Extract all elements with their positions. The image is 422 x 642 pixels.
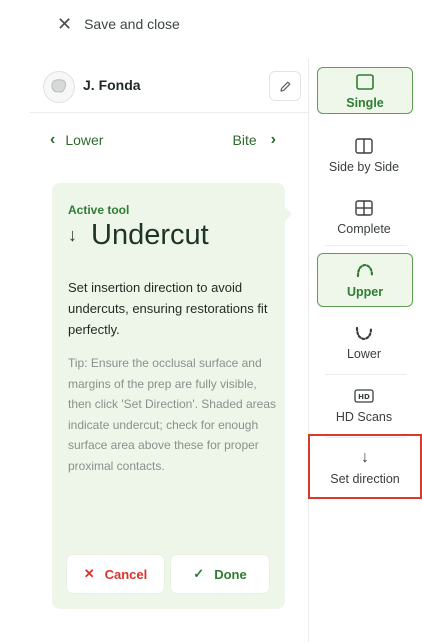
lower-jaw-icon <box>354 323 374 343</box>
cancel-label: Cancel <box>104 566 148 582</box>
tool-name: Undercut <box>91 219 209 251</box>
view-side-by-side-label: Side by Side <box>328 160 400 174</box>
prev-step-label: Lower <box>65 132 104 148</box>
active-tool-label: Active tool <box>68 203 130 217</box>
done-label: Done <box>214 566 247 582</box>
close-icon: ✕ <box>83 566 95 581</box>
hd-scans-button[interactable]: HD HD Scans <box>317 382 411 428</box>
chevron-left-icon: ‹ <box>50 131 56 148</box>
view-side-by-side-button[interactable]: Side by Side <box>317 132 411 178</box>
jaw-lower-label: Lower <box>346 347 382 361</box>
arrow-down-icon: ↓ <box>68 225 77 245</box>
save-and-close-label: Save and close <box>84 16 180 32</box>
arrow-down-icon: ↓ <box>361 448 369 466</box>
tool-description: Set insertion direction to avoid undercu… <box>68 280 268 337</box>
card-actions: ✕ Cancel ✓ Done <box>67 555 269 593</box>
upper-jaw-icon <box>355 261 375 281</box>
set-direction-button[interactable]: ↓ Set direction <box>308 434 422 499</box>
user-row: J. Fonda <box>30 58 308 113</box>
side-by-side-icon <box>354 136 374 156</box>
jaw-lower-button[interactable]: Lower <box>317 319 411 365</box>
view-single-button[interactable]: Single <box>317 67 413 114</box>
tooth-icon <box>51 79 66 93</box>
svg-text:HD: HD <box>358 393 370 401</box>
cancel-button[interactable]: ✕ Cancel <box>67 555 164 593</box>
hd-scans-label: HD Scans <box>335 410 393 424</box>
check-icon: ✓ <box>193 566 205 581</box>
top-bar: ✕ Save and close <box>0 0 422 50</box>
step-navigation: ‹ Lower Bite › <box>30 128 308 152</box>
view-complete-label: Complete <box>337 222 391 236</box>
done-button[interactable]: ✓ Done <box>171 555 269 593</box>
close-icon: ✕ <box>57 14 73 34</box>
jaw-upper-button[interactable]: Upper <box>317 253 413 307</box>
chevron-right-icon: › <box>270 131 276 148</box>
tool-title: ↓ Undercut <box>68 219 209 252</box>
divider <box>325 245 407 246</box>
next-step-label: Bite <box>232 132 257 148</box>
save-and-close-button[interactable]: ✕ Save and close <box>57 14 180 34</box>
hd-scans-icon: HD <box>353 386 375 406</box>
divider <box>325 374 407 375</box>
user-name: J. Fonda <box>83 77 141 93</box>
pencil-icon <box>279 81 290 92</box>
view-complete-button[interactable]: Complete <box>317 194 411 240</box>
set-direction-label: Set direction <box>330 471 400 486</box>
active-tool-card: Active tool ↓ Undercut Set insertion dir… <box>52 183 285 609</box>
avatar <box>43 71 75 103</box>
jaw-upper-label: Upper <box>346 285 384 299</box>
complete-view-icon <box>354 198 374 218</box>
edit-button[interactable] <box>269 71 301 101</box>
next-step-button[interactable]: Bite › <box>233 131 276 149</box>
main-panel: J. Fonda ‹ Lower Bite › Active tool ↓ Un… <box>30 58 308 642</box>
right-toolbar: Single Side by Side Complete Upper Lower… <box>308 58 422 642</box>
prev-step-button[interactable]: ‹ Lower <box>50 131 103 149</box>
tool-tip: Tip: Ensure the occlusal surface and mar… <box>68 356 277 473</box>
single-view-icon <box>355 72 375 92</box>
card-pointer <box>284 206 292 222</box>
view-single-label: Single <box>346 95 384 110</box>
